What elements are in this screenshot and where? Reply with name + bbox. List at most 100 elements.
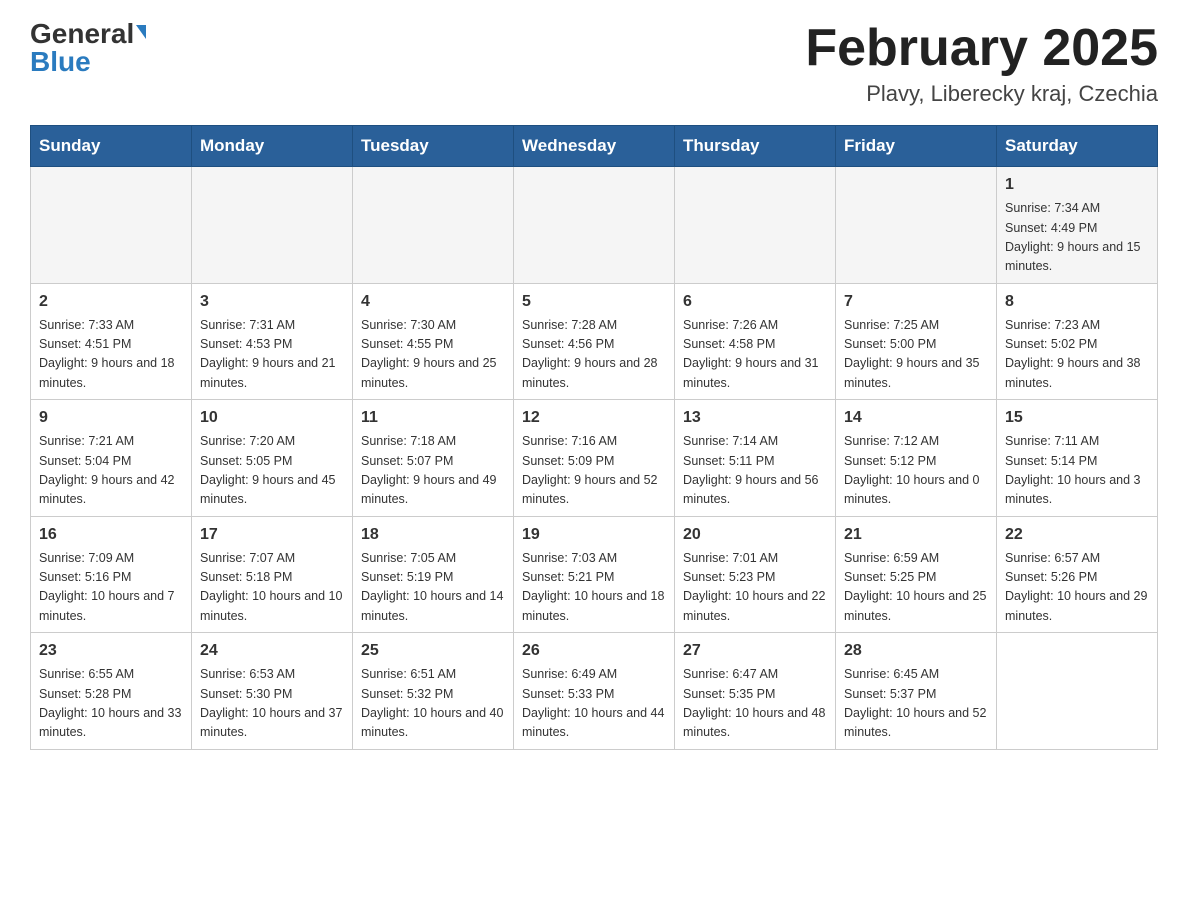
calendar-cell-week3-day4: 12Sunrise: 7:16 AMSunset: 5:09 PMDayligh…	[514, 400, 675, 517]
day-number-10: 10	[200, 406, 344, 430]
day-info-16: Sunrise: 7:09 AMSunset: 5:16 PMDaylight:…	[39, 549, 183, 627]
calendar-cell-week2-day5: 6Sunrise: 7:26 AMSunset: 4:58 PMDaylight…	[675, 283, 836, 400]
day-number-12: 12	[522, 406, 666, 430]
logo-triangle-icon	[136, 25, 146, 39]
calendar-cell-week5-day3: 25Sunrise: 6:51 AMSunset: 5:32 PMDayligh…	[353, 633, 514, 750]
day-number-15: 15	[1005, 406, 1149, 430]
day-info-20: Sunrise: 7:01 AMSunset: 5:23 PMDaylight:…	[683, 549, 827, 627]
calendar-cell-week4-day2: 17Sunrise: 7:07 AMSunset: 5:18 PMDayligh…	[192, 516, 353, 633]
day-number-26: 26	[522, 639, 666, 663]
day-number-4: 4	[361, 290, 505, 314]
header-tuesday: Tuesday	[353, 126, 514, 167]
day-info-26: Sunrise: 6:49 AMSunset: 5:33 PMDaylight:…	[522, 665, 666, 743]
day-info-6: Sunrise: 7:26 AMSunset: 4:58 PMDaylight:…	[683, 316, 827, 394]
day-info-8: Sunrise: 7:23 AMSunset: 5:02 PMDaylight:…	[1005, 316, 1149, 394]
calendar-cell-week3-day1: 9Sunrise: 7:21 AMSunset: 5:04 PMDaylight…	[31, 400, 192, 517]
calendar-week-5: 23Sunrise: 6:55 AMSunset: 5:28 PMDayligh…	[31, 633, 1158, 750]
day-number-19: 19	[522, 523, 666, 547]
day-info-25: Sunrise: 6:51 AMSunset: 5:32 PMDaylight:…	[361, 665, 505, 743]
location-subtitle: Plavy, Liberecky kraj, Czechia	[805, 81, 1158, 107]
calendar-cell-week1-day5	[675, 167, 836, 284]
day-number-18: 18	[361, 523, 505, 547]
calendar-cell-week2-day1: 2Sunrise: 7:33 AMSunset: 4:51 PMDaylight…	[31, 283, 192, 400]
day-info-5: Sunrise: 7:28 AMSunset: 4:56 PMDaylight:…	[522, 316, 666, 394]
calendar-table: Sunday Monday Tuesday Wednesday Thursday…	[30, 125, 1158, 750]
calendar-cell-week3-day5: 13Sunrise: 7:14 AMSunset: 5:11 PMDayligh…	[675, 400, 836, 517]
day-number-20: 20	[683, 523, 827, 547]
header-sunday: Sunday	[31, 126, 192, 167]
header-thursday: Thursday	[675, 126, 836, 167]
calendar-cell-week5-day7	[997, 633, 1158, 750]
day-info-18: Sunrise: 7:05 AMSunset: 5:19 PMDaylight:…	[361, 549, 505, 627]
header-friday: Friday	[836, 126, 997, 167]
calendar-cell-week4-day6: 21Sunrise: 6:59 AMSunset: 5:25 PMDayligh…	[836, 516, 997, 633]
day-info-15: Sunrise: 7:11 AMSunset: 5:14 PMDaylight:…	[1005, 432, 1149, 510]
calendar-cell-week4-day1: 16Sunrise: 7:09 AMSunset: 5:16 PMDayligh…	[31, 516, 192, 633]
day-number-3: 3	[200, 290, 344, 314]
title-area: February 2025 Plavy, Liberecky kraj, Cze…	[805, 20, 1158, 107]
calendar-cell-week5-day6: 28Sunrise: 6:45 AMSunset: 5:37 PMDayligh…	[836, 633, 997, 750]
day-number-27: 27	[683, 639, 827, 663]
day-info-2: Sunrise: 7:33 AMSunset: 4:51 PMDaylight:…	[39, 316, 183, 394]
header-monday: Monday	[192, 126, 353, 167]
month-title: February 2025	[805, 20, 1158, 77]
day-number-1: 1	[1005, 173, 1149, 197]
day-info-13: Sunrise: 7:14 AMSunset: 5:11 PMDaylight:…	[683, 432, 827, 510]
calendar-cell-week5-day4: 26Sunrise: 6:49 AMSunset: 5:33 PMDayligh…	[514, 633, 675, 750]
calendar-cell-week4-day4: 19Sunrise: 7:03 AMSunset: 5:21 PMDayligh…	[514, 516, 675, 633]
calendar-cell-week3-day3: 11Sunrise: 7:18 AMSunset: 5:07 PMDayligh…	[353, 400, 514, 517]
calendar-cell-week5-day2: 24Sunrise: 6:53 AMSunset: 5:30 PMDayligh…	[192, 633, 353, 750]
calendar-cell-week1-day6	[836, 167, 997, 284]
calendar-cell-week3-day6: 14Sunrise: 7:12 AMSunset: 5:12 PMDayligh…	[836, 400, 997, 517]
day-number-17: 17	[200, 523, 344, 547]
day-info-21: Sunrise: 6:59 AMSunset: 5:25 PMDaylight:…	[844, 549, 988, 627]
day-number-8: 8	[1005, 290, 1149, 314]
calendar-cell-week1-day4	[514, 167, 675, 284]
day-number-25: 25	[361, 639, 505, 663]
day-info-22: Sunrise: 6:57 AMSunset: 5:26 PMDaylight:…	[1005, 549, 1149, 627]
day-info-9: Sunrise: 7:21 AMSunset: 5:04 PMDaylight:…	[39, 432, 183, 510]
calendar-week-4: 16Sunrise: 7:09 AMSunset: 5:16 PMDayligh…	[31, 516, 1158, 633]
day-number-23: 23	[39, 639, 183, 663]
day-info-7: Sunrise: 7:25 AMSunset: 5:00 PMDaylight:…	[844, 316, 988, 394]
day-number-6: 6	[683, 290, 827, 314]
calendar-cell-week1-day7: 1Sunrise: 7:34 AMSunset: 4:49 PMDaylight…	[997, 167, 1158, 284]
logo-text: GeneralBlue	[30, 20, 146, 76]
day-info-17: Sunrise: 7:07 AMSunset: 5:18 PMDaylight:…	[200, 549, 344, 627]
day-number-14: 14	[844, 406, 988, 430]
day-number-13: 13	[683, 406, 827, 430]
day-info-19: Sunrise: 7:03 AMSunset: 5:21 PMDaylight:…	[522, 549, 666, 627]
calendar-week-1: 1Sunrise: 7:34 AMSunset: 4:49 PMDaylight…	[31, 167, 1158, 284]
calendar-cell-week1-day2	[192, 167, 353, 284]
day-info-11: Sunrise: 7:18 AMSunset: 5:07 PMDaylight:…	[361, 432, 505, 510]
calendar-header-row: Sunday Monday Tuesday Wednesday Thursday…	[31, 126, 1158, 167]
logo-blue-text: Blue	[30, 46, 91, 77]
day-info-27: Sunrise: 6:47 AMSunset: 5:35 PMDaylight:…	[683, 665, 827, 743]
day-info-28: Sunrise: 6:45 AMSunset: 5:37 PMDaylight:…	[844, 665, 988, 743]
logo: GeneralBlue	[30, 20, 146, 76]
day-number-11: 11	[361, 406, 505, 430]
day-info-10: Sunrise: 7:20 AMSunset: 5:05 PMDaylight:…	[200, 432, 344, 510]
day-info-12: Sunrise: 7:16 AMSunset: 5:09 PMDaylight:…	[522, 432, 666, 510]
calendar-cell-week2-day2: 3Sunrise: 7:31 AMSunset: 4:53 PMDaylight…	[192, 283, 353, 400]
day-number-9: 9	[39, 406, 183, 430]
calendar-cell-week5-day5: 27Sunrise: 6:47 AMSunset: 5:35 PMDayligh…	[675, 633, 836, 750]
day-number-5: 5	[522, 290, 666, 314]
page-header: GeneralBlue February 2025 Plavy, Liberec…	[30, 20, 1158, 107]
calendar-cell-week4-day7: 22Sunrise: 6:57 AMSunset: 5:26 PMDayligh…	[997, 516, 1158, 633]
calendar-cell-week1-day3	[353, 167, 514, 284]
calendar-cell-week1-day1	[31, 167, 192, 284]
day-number-2: 2	[39, 290, 183, 314]
day-info-24: Sunrise: 6:53 AMSunset: 5:30 PMDaylight:…	[200, 665, 344, 743]
calendar-cell-week4-day5: 20Sunrise: 7:01 AMSunset: 5:23 PMDayligh…	[675, 516, 836, 633]
calendar-week-2: 2Sunrise: 7:33 AMSunset: 4:51 PMDaylight…	[31, 283, 1158, 400]
day-info-23: Sunrise: 6:55 AMSunset: 5:28 PMDaylight:…	[39, 665, 183, 743]
day-info-14: Sunrise: 7:12 AMSunset: 5:12 PMDaylight:…	[844, 432, 988, 510]
header-wednesday: Wednesday	[514, 126, 675, 167]
day-number-7: 7	[844, 290, 988, 314]
header-saturday: Saturday	[997, 126, 1158, 167]
day-number-24: 24	[200, 639, 344, 663]
calendar-cell-week4-day3: 18Sunrise: 7:05 AMSunset: 5:19 PMDayligh…	[353, 516, 514, 633]
calendar-cell-week5-day1: 23Sunrise: 6:55 AMSunset: 5:28 PMDayligh…	[31, 633, 192, 750]
calendar-cell-week2-day7: 8Sunrise: 7:23 AMSunset: 5:02 PMDaylight…	[997, 283, 1158, 400]
